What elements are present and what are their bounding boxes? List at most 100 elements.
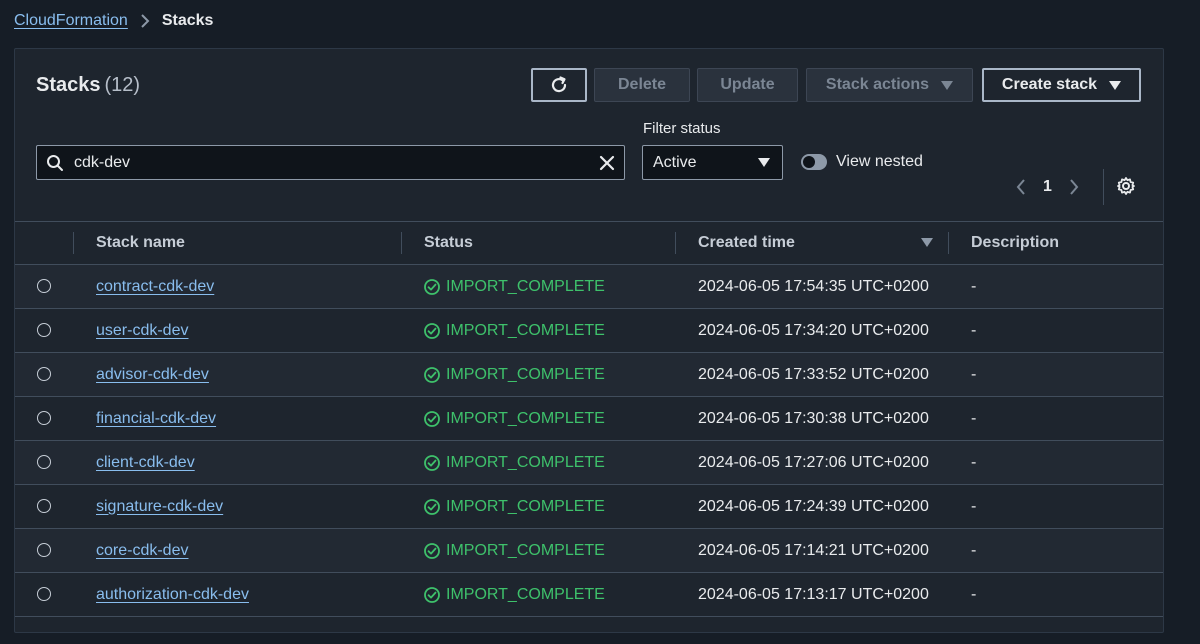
breadcrumb-current: Stacks bbox=[161, 12, 214, 29]
success-check-icon bbox=[424, 410, 440, 427]
row-select-radio[interactable] bbox=[37, 411, 51, 425]
status-badge: IMPORT_COMPLETE bbox=[424, 485, 605, 528]
table-row[interactable]: signature-cdk-dev IMPORT_COMPLETE 2024-0… bbox=[15, 485, 1163, 529]
page-number[interactable]: 1 bbox=[1043, 178, 1052, 196]
chevron-right-icon[interactable] bbox=[1068, 178, 1080, 196]
row-select-radio[interactable] bbox=[37, 279, 51, 293]
success-check-icon bbox=[424, 498, 440, 515]
pagination: 1 bbox=[1015, 175, 1080, 199]
description: - bbox=[971, 321, 977, 339]
column-header-status[interactable]: Status bbox=[424, 222, 473, 264]
success-check-icon bbox=[424, 278, 440, 295]
table-row[interactable]: user-cdk-dev IMPORT_COMPLETE 2024-06-05 … bbox=[15, 309, 1163, 353]
table-body: contract-cdk-dev IMPORT_COMPLETE 2024-06… bbox=[15, 265, 1163, 617]
success-check-icon bbox=[424, 454, 440, 471]
status-badge: IMPORT_COMPLETE bbox=[424, 265, 605, 308]
table-row[interactable]: contract-cdk-dev IMPORT_COMPLETE 2024-06… bbox=[15, 265, 1163, 309]
view-nested-label: View nested bbox=[836, 153, 923, 170]
created-time: 2024-06-05 17:13:17 UTC+0200 bbox=[698, 585, 929, 603]
stack-name-link[interactable]: user-cdk-dev bbox=[96, 322, 188, 340]
description: - bbox=[971, 541, 977, 559]
stack-count: (12) bbox=[104, 74, 141, 96]
stack-actions-button[interactable]: Stack actions bbox=[806, 68, 973, 102]
status-text: IMPORT_COMPLETE bbox=[446, 365, 605, 383]
view-nested-toggle[interactable] bbox=[801, 154, 827, 170]
description: - bbox=[971, 453, 977, 471]
column-divider bbox=[948, 232, 949, 254]
column-divider bbox=[401, 232, 402, 254]
column-divider bbox=[675, 232, 676, 254]
column-divider bbox=[73, 232, 74, 254]
row-select-radio[interactable] bbox=[37, 587, 51, 601]
table-row[interactable]: authorization-cdk-dev IMPORT_COMPLETE 20… bbox=[15, 573, 1163, 617]
close-icon[interactable] bbox=[598, 154, 616, 172]
delete-button[interactable]: Delete bbox=[594, 68, 690, 102]
create-stack-label: Create stack bbox=[1001, 76, 1098, 93]
created-time: 2024-06-05 17:54:35 UTC+0200 bbox=[698, 277, 929, 295]
search-icon bbox=[46, 154, 64, 172]
status-text: IMPORT_COMPLETE bbox=[446, 409, 605, 427]
description: - bbox=[971, 497, 977, 515]
caret-down-icon bbox=[941, 80, 954, 90]
table-header: Stack name Status Created time Descripti… bbox=[15, 222, 1163, 265]
stack-actions-label: Stack actions bbox=[825, 76, 930, 93]
table-row[interactable]: advisor-cdk-dev IMPORT_COMPLETE 2024-06-… bbox=[15, 353, 1163, 397]
status-text: IMPORT_COMPLETE bbox=[446, 541, 605, 559]
status-text: IMPORT_COMPLETE bbox=[446, 453, 605, 471]
row-select-radio[interactable] bbox=[37, 543, 51, 557]
breadcrumb: CloudFormation Stacks bbox=[14, 10, 213, 32]
status-badge: IMPORT_COMPLETE bbox=[424, 397, 605, 440]
stack-name-link[interactable]: client-cdk-dev bbox=[96, 454, 195, 472]
description: - bbox=[971, 409, 977, 427]
stack-name-link[interactable]: signature-cdk-dev bbox=[96, 498, 223, 516]
breadcrumb-cloudformation-link[interactable]: CloudFormation bbox=[14, 12, 128, 30]
stack-name-link[interactable]: advisor-cdk-dev bbox=[96, 366, 209, 384]
column-header-stack-name[interactable]: Stack name bbox=[96, 222, 185, 264]
status-badge: IMPORT_COMPLETE bbox=[424, 441, 605, 484]
status-text: IMPORT_COMPLETE bbox=[446, 321, 605, 339]
row-select-radio[interactable] bbox=[37, 499, 51, 513]
panel-title-text: Stacks bbox=[36, 74, 101, 96]
table-row[interactable]: core-cdk-dev IMPORT_COMPLETE 2024-06-05 … bbox=[15, 529, 1163, 573]
column-header-description[interactable]: Description bbox=[971, 222, 1059, 264]
status-text: IMPORT_COMPLETE bbox=[446, 497, 605, 515]
filter-status-select[interactable]: Active bbox=[642, 145, 783, 180]
column-header-created-time[interactable]: Created time bbox=[698, 222, 795, 264]
table-row[interactable]: financial-cdk-dev IMPORT_COMPLETE 2024-0… bbox=[15, 397, 1163, 441]
status-badge: IMPORT_COMPLETE bbox=[424, 353, 605, 396]
row-select-radio[interactable] bbox=[37, 455, 51, 469]
status-badge: IMPORT_COMPLETE bbox=[424, 529, 605, 572]
created-time: 2024-06-05 17:24:39 UTC+0200 bbox=[698, 497, 929, 515]
caret-down-icon bbox=[758, 158, 770, 167]
stack-name-link[interactable]: contract-cdk-dev bbox=[96, 278, 214, 296]
caret-down-icon bbox=[1109, 80, 1122, 90]
search-box[interactable] bbox=[36, 145, 625, 180]
status-text: IMPORT_COMPLETE bbox=[446, 277, 605, 295]
chevron-right-icon bbox=[140, 13, 150, 29]
status-badge: IMPORT_COMPLETE bbox=[424, 309, 605, 352]
view-nested-toggle-wrap: View nested bbox=[801, 153, 923, 171]
success-check-icon bbox=[424, 366, 440, 383]
stack-name-link[interactable]: financial-cdk-dev bbox=[96, 410, 216, 428]
created-time: 2024-06-05 17:30:38 UTC+0200 bbox=[698, 409, 929, 427]
stack-name-link[interactable]: core-cdk-dev bbox=[96, 542, 188, 560]
gear-icon[interactable] bbox=[1116, 176, 1136, 196]
success-check-icon bbox=[424, 322, 440, 339]
sort-descending-icon[interactable] bbox=[921, 238, 933, 247]
search-input[interactable] bbox=[72, 152, 598, 173]
success-check-icon bbox=[424, 586, 440, 603]
success-check-icon bbox=[424, 542, 440, 559]
table-row[interactable]: client-cdk-dev IMPORT_COMPLETE 2024-06-0… bbox=[15, 441, 1163, 485]
row-select-radio[interactable] bbox=[37, 367, 51, 381]
chevron-left-icon[interactable] bbox=[1015, 178, 1027, 196]
filter-status-value: Active bbox=[653, 153, 697, 171]
row-select-radio[interactable] bbox=[37, 323, 51, 337]
update-button[interactable]: Update bbox=[697, 68, 798, 102]
created-time: 2024-06-05 17:27:06 UTC+0200 bbox=[698, 453, 929, 471]
page-title: Stacks (12) bbox=[36, 74, 140, 97]
refresh-button[interactable] bbox=[531, 68, 587, 102]
create-stack-button[interactable]: Create stack bbox=[982, 68, 1141, 102]
stacks-table: Stack name Status Created time Descripti… bbox=[15, 221, 1163, 617]
stack-name-link[interactable]: authorization-cdk-dev bbox=[96, 586, 249, 604]
description: - bbox=[971, 585, 977, 603]
